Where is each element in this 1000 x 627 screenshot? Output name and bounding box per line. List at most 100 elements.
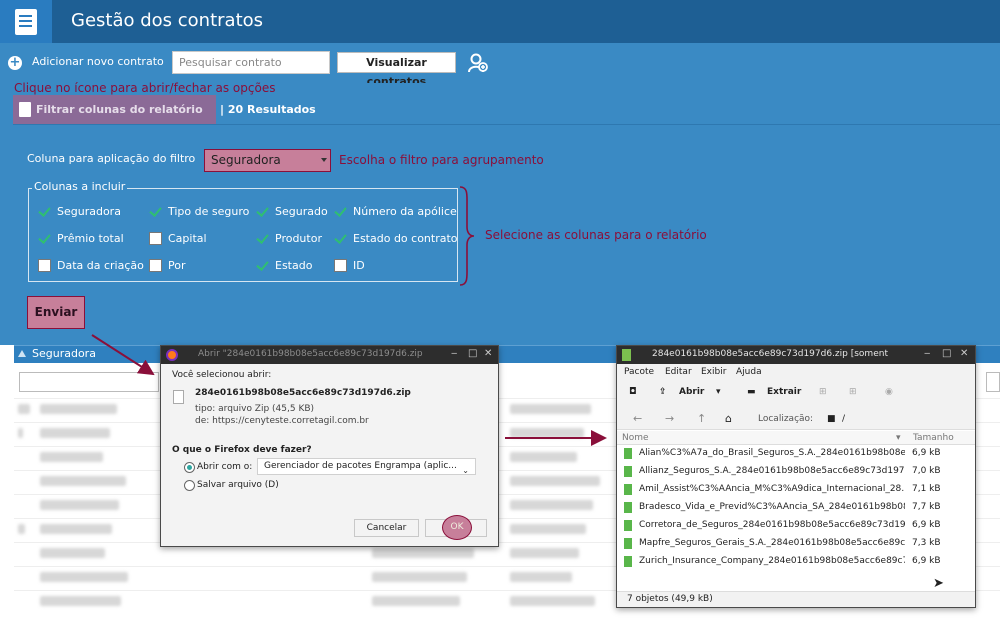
redacted-cell xyxy=(510,500,593,510)
location-path[interactable]: / xyxy=(842,414,845,424)
column-label: Tipo de seguro xyxy=(168,205,250,218)
close-icon[interactable]: ✕ xyxy=(484,348,492,359)
column-checkbox[interactable] xyxy=(256,259,269,272)
table-header-label[interactable]: Seguradora xyxy=(32,347,96,360)
column-label: Capital xyxy=(168,232,207,245)
column-checkbox[interactable] xyxy=(334,205,347,218)
column-option[interactable]: Número da apólice xyxy=(334,205,457,218)
open-button[interactable]: Abrir xyxy=(679,387,704,397)
column-label: Seguradora xyxy=(57,205,121,218)
extract-icon[interactable]: ▬ xyxy=(747,387,756,397)
maximize-icon[interactable]: □ xyxy=(942,348,951,359)
chevron-down-icon: ⌄ xyxy=(462,466,469,475)
column-checkbox[interactable] xyxy=(149,259,162,272)
home-icon[interactable]: ⌂ xyxy=(725,412,732,425)
column-option[interactable]: Tipo de seguro xyxy=(149,205,249,218)
file-name: Zurich_Insurance_Company_284e0161b98b08e… xyxy=(639,556,905,566)
redacted-cell xyxy=(40,596,121,606)
cancel-button[interactable]: Cancelar xyxy=(354,519,419,537)
col-size[interactable]: Tamanho xyxy=(913,433,954,443)
column-label: Estado do contrato xyxy=(353,232,458,245)
column-checkbox[interactable] xyxy=(334,259,347,272)
sort-desc-icon[interactable]: ▾ xyxy=(896,433,901,443)
save-file-label[interactable]: Salvar arquivo (D) xyxy=(197,480,279,490)
forward-icon[interactable]: → xyxy=(665,412,674,425)
minimize-icon[interactable]: ‒ xyxy=(451,348,457,359)
file-row[interactable]: Mapfre_Seguros_Gerais_S.A._284e0161b98b0… xyxy=(617,535,975,553)
file-icon xyxy=(624,538,632,549)
redacted-cell xyxy=(40,572,128,582)
menu-editar[interactable]: Editar xyxy=(665,367,692,377)
redacted-cell xyxy=(510,452,577,462)
column-checkbox[interactable] xyxy=(38,205,51,218)
user-search-icon[interactable] xyxy=(468,52,490,74)
column-checkbox[interactable] xyxy=(149,205,162,218)
open-icon[interactable]: ⇪ xyxy=(659,387,667,397)
column-option[interactable]: Seguradora xyxy=(38,205,121,218)
add-folder-icon[interactable]: ⊞ xyxy=(849,387,857,397)
menu-pacote[interactable]: Pacote xyxy=(624,367,654,377)
column-checkbox[interactable] xyxy=(334,232,347,245)
column-checkbox[interactable] xyxy=(38,259,51,272)
add-contract-link[interactable]: Adicionar novo contrato xyxy=(32,55,164,68)
file-icon xyxy=(624,484,632,495)
menu-exibir[interactable]: Exibir xyxy=(701,367,726,377)
sort-icon[interactable] xyxy=(18,350,26,358)
stop-icon[interactable]: ◉ xyxy=(885,387,893,397)
tab-filter-columns[interactable]: Filtrar colunas do relatório xyxy=(13,95,216,124)
filter-column-select[interactable]: Seguradora xyxy=(204,149,331,172)
extract-button[interactable]: Extrair xyxy=(767,387,801,397)
file-size: 7,1 kB xyxy=(912,484,941,494)
app-select[interactable]: Gerenciador de pacotes Engrampa (aplic..… xyxy=(257,458,476,475)
firefox-open-dialog: Abrir "284e0161b98b08e5acc6e89c73d197d6.… xyxy=(160,345,499,547)
file-row[interactable]: Alian%C3%A7a_do_Brasil_Seguros_S.A._284e… xyxy=(617,445,975,463)
annotation-filter-hint: Escolha o filtro para agrupamento xyxy=(339,153,544,167)
column-checkbox[interactable] xyxy=(149,232,162,245)
file-row[interactable]: Zurich_Insurance_Company_284e0161b98b08e… xyxy=(617,553,975,571)
chevron-down-icon[interactable]: ▾ xyxy=(716,387,721,397)
table-filter-input-edge[interactable] xyxy=(986,372,1000,392)
table-filter-input[interactable] xyxy=(19,372,159,392)
close-icon[interactable]: ✕ xyxy=(960,348,968,359)
file-size: 7,0 kB xyxy=(912,466,941,476)
view-contracts-button[interactable]: Visualizar contratos xyxy=(337,52,456,88)
column-option[interactable]: Capital xyxy=(149,232,207,245)
open-with-label[interactable]: Abrir com o: xyxy=(197,462,252,472)
file-row[interactable]: Bradesco_Vida_e_Previd%C3%AAncia_SA_284e… xyxy=(617,499,975,517)
minimize-icon[interactable]: ‒ xyxy=(924,348,930,359)
file-icon xyxy=(624,466,632,477)
file-row[interactable]: Allianz_Seguros_S.A._284e0161b98b08e5acc… xyxy=(617,463,975,481)
file-row[interactable]: Corretora_de_Seguros_284e0161b98b08e5acc… xyxy=(617,517,975,535)
open-with-radio[interactable] xyxy=(184,462,195,473)
column-option[interactable]: Data da criação xyxy=(38,259,144,272)
new-archive-icon[interactable]: ◘ xyxy=(629,387,637,397)
ok-button[interactable]: OK xyxy=(442,515,472,540)
file-name: Corretora_de_Seguros_284e0161b98b08e5acc… xyxy=(639,520,905,530)
chevron-down-icon xyxy=(321,158,327,162)
add-icon[interactable]: + xyxy=(8,56,22,70)
file-icon xyxy=(173,390,184,404)
add-file-icon[interactable]: ⊞ xyxy=(819,387,827,397)
send-button[interactable]: Enviar xyxy=(27,296,85,329)
tab-results[interactable]: | 20 Resultados xyxy=(216,95,329,124)
menu-ajuda[interactable]: Ajuda xyxy=(736,367,762,377)
column-checkbox[interactable] xyxy=(256,205,269,218)
column-option[interactable]: Prêmio total xyxy=(38,232,124,245)
column-option[interactable]: Segurado xyxy=(256,205,328,218)
column-checkbox[interactable] xyxy=(38,232,51,245)
maximize-icon[interactable]: □ xyxy=(468,348,477,359)
column-option[interactable]: Estado xyxy=(256,259,312,272)
column-option[interactable]: ID xyxy=(334,259,365,272)
save-file-radio[interactable] xyxy=(184,480,195,491)
column-option[interactable]: Produtor xyxy=(256,232,322,245)
col-name[interactable]: Nome xyxy=(622,433,649,443)
up-icon[interactable]: ↑ xyxy=(697,412,706,425)
search-input[interactable] xyxy=(172,51,330,74)
column-option[interactable]: Estado do contrato xyxy=(334,232,458,245)
redacted-cell xyxy=(510,476,600,486)
file-row[interactable]: Amil_Assist%C3%AAncia_M%C3%A9dica_Intern… xyxy=(617,481,975,499)
app-logo-icon[interactable] xyxy=(0,0,52,43)
column-checkbox[interactable] xyxy=(256,232,269,245)
column-option[interactable]: Por xyxy=(149,259,186,272)
back-icon[interactable]: ← xyxy=(633,412,642,425)
